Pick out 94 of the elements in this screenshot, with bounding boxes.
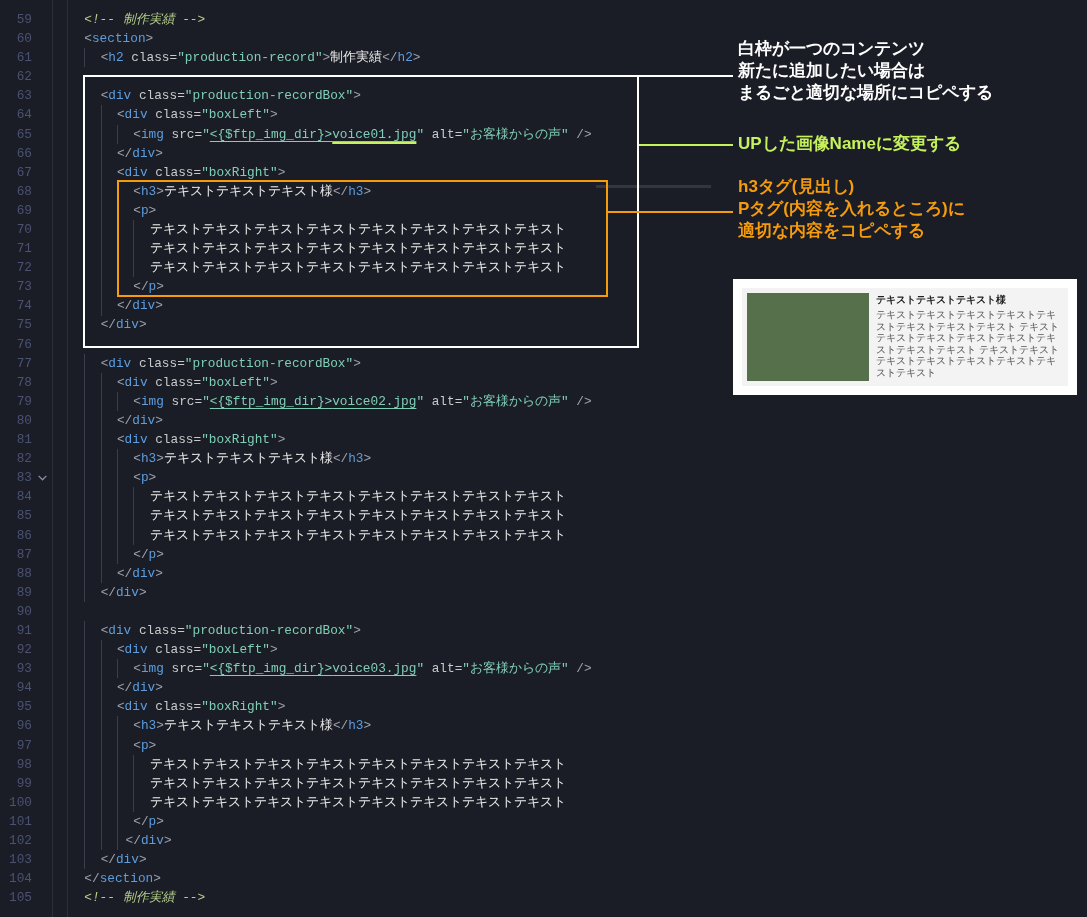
code-line: <h3>テキストテキストテキスト様</h3> bbox=[67, 449, 372, 469]
code-line: </div> bbox=[67, 410, 163, 431]
code-line: テキストテキストテキストテキストテキストテキストテキストテキスト bbox=[67, 258, 566, 278]
code-line: </div> bbox=[67, 678, 163, 698]
line-number: 88 bbox=[15, 564, 32, 583]
code-line: <div class="production-recordBox"> bbox=[67, 86, 361, 106]
line-number: 94 bbox=[15, 679, 32, 698]
code-line: <p> bbox=[67, 468, 157, 488]
code-line: <!-- 制作実績 --> bbox=[83, 889, 206, 908]
code-line: </p> bbox=[67, 811, 164, 832]
code-line: <div class="boxLeft"> bbox=[67, 372, 278, 392]
line-number: 89 bbox=[15, 583, 32, 602]
line-number: 84 bbox=[15, 488, 32, 507]
code-line: <div class="production-recordBox"> bbox=[67, 621, 361, 641]
preview-title: テキストテキストテキスト様 bbox=[876, 293, 1007, 306]
line-number: 91 bbox=[15, 622, 32, 640]
code-line: </div> bbox=[67, 143, 163, 163]
line-number: 69 bbox=[15, 201, 32, 220]
line-number: 98 bbox=[15, 755, 32, 774]
line-number: 80 bbox=[15, 411, 32, 430]
line-number: 85 bbox=[15, 507, 32, 526]
preview-text: テキストテキストテキストテキストテキストテキストテキストテキスト テキストテキストテキストテキストテキストテキストテキストテキスト テキストテキストテキストテキストテキストテキストテキストテキスト bbox=[876, 309, 1060, 378]
code-line: テキストテキストテキストテキストテキストテキストテキストテキスト bbox=[67, 220, 566, 240]
line-number: 99 bbox=[15, 774, 32, 793]
code-line: <h2 class="production-record">制作実績</h2> bbox=[67, 48, 421, 68]
line-number: 67 bbox=[15, 163, 32, 182]
line-number: 101 bbox=[8, 812, 32, 831]
line-number: 70 bbox=[15, 221, 32, 239]
line-number: 75 bbox=[15, 316, 32, 335]
code-line: <section> bbox=[83, 30, 154, 49]
line-number: 95 bbox=[15, 698, 32, 717]
code-line: <div class="boxLeft"> bbox=[67, 105, 278, 125]
line-number: 103 bbox=[8, 851, 32, 870]
line-number: 100 bbox=[8, 793, 32, 812]
line-number: 86 bbox=[15, 526, 32, 545]
line-number: 96 bbox=[15, 717, 32, 736]
code-line: <p> bbox=[67, 200, 157, 221]
code-line: </div> bbox=[67, 315, 147, 335]
line-number: 102 bbox=[8, 832, 32, 850]
line-number: 74 bbox=[15, 297, 32, 316]
code-line: <img src="<{$ftp_img_dir}>voice01.jpg" alt="お客様からの声" /> bbox=[67, 124, 592, 144]
line-number: 78 bbox=[15, 373, 32, 392]
code-line: </section> bbox=[83, 870, 161, 889]
code-line: テキストテキストテキストテキストテキストテキストテキストテキスト bbox=[67, 773, 566, 793]
line-number: 63 bbox=[15, 87, 32, 106]
code-line: <!-- 制作実績 --> bbox=[83, 11, 206, 29]
line-number: 59 bbox=[15, 11, 32, 29]
code-line: <div class="boxLeft"> bbox=[67, 640, 278, 660]
line-number: 90 bbox=[15, 602, 32, 621]
line-number: 93 bbox=[15, 660, 32, 679]
code-line: <img src="<{$ftp_img_dir}>voice03.jpg" alt="お客様からの声" /> bbox=[67, 659, 592, 679]
line-number: 66 bbox=[15, 144, 32, 163]
code-line: テキストテキストテキストテキストテキストテキストテキストテキスト bbox=[67, 239, 566, 259]
line-number: 71 bbox=[15, 240, 32, 259]
annotation-text: h3タグ(見出し) Pタグ(内容を入れるところ)に 適切な内容をコピペする bbox=[738, 176, 965, 242]
line-number: 105 bbox=[8, 889, 32, 908]
line-number: 64 bbox=[15, 106, 32, 125]
line-number: 62 bbox=[15, 68, 32, 87]
line-number: 68 bbox=[15, 182, 32, 201]
annotation-text: 白枠が一つのコンテンツ 新たに追加したい場合は まるごと適切な場所にコピペする bbox=[738, 38, 993, 104]
line-number: 72 bbox=[15, 259, 32, 278]
line-number: 87 bbox=[15, 545, 32, 564]
line-number: 97 bbox=[15, 736, 32, 755]
line-number: 83 bbox=[15, 469, 32, 488]
line-number: 61 bbox=[15, 49, 32, 68]
code-line: <div class="boxRight"> bbox=[67, 697, 286, 717]
line-number: 104 bbox=[8, 870, 32, 889]
line-number: 82 bbox=[15, 450, 32, 469]
code-line: テキストテキストテキストテキストテキストテキストテキストテキスト bbox=[67, 754, 566, 774]
code-line: </div> bbox=[67, 582, 147, 602]
line-number: 65 bbox=[15, 125, 32, 144]
line-number: 92 bbox=[15, 641, 32, 660]
code-line: テキストテキストテキストテキストテキストテキストテキストテキスト bbox=[67, 506, 566, 526]
code-line: </div> bbox=[67, 850, 147, 870]
code-line: <div class="production-recordBox"> bbox=[67, 353, 361, 373]
code-line: <img src="<{$ftp_img_dir}>voice02.jpg" alt="お客様からの声" /> bbox=[67, 391, 592, 411]
line-number: 81 bbox=[15, 431, 32, 450]
line-number: 79 bbox=[15, 392, 32, 411]
code-line: テキストテキストテキストテキストテキストテキストテキストテキスト bbox=[67, 525, 566, 545]
annotation-text: UPした画像Nameに変更する bbox=[738, 133, 961, 155]
code-line: テキストテキストテキストテキストテキストテキストテキストテキスト bbox=[67, 487, 566, 507]
code-line: テキストテキストテキストテキストテキストテキストテキストテキスト bbox=[67, 792, 566, 812]
code-line: <div class="boxRight"> bbox=[67, 162, 286, 182]
code-line: </div> bbox=[67, 831, 172, 851]
code-line: <p> bbox=[67, 735, 157, 755]
line-number: 73 bbox=[15, 278, 32, 297]
line-number: 60 bbox=[15, 30, 32, 49]
code-line: <h3>テキストテキストテキスト様</h3> bbox=[67, 716, 372, 736]
line-number: 77 bbox=[15, 354, 32, 373]
line-number: 76 bbox=[15, 335, 32, 354]
code-line: </p> bbox=[67, 544, 164, 564]
code-line: </div> bbox=[67, 563, 163, 583]
code-line: <div class="boxRight"> bbox=[67, 430, 286, 450]
code-line: </div> bbox=[67, 296, 163, 316]
